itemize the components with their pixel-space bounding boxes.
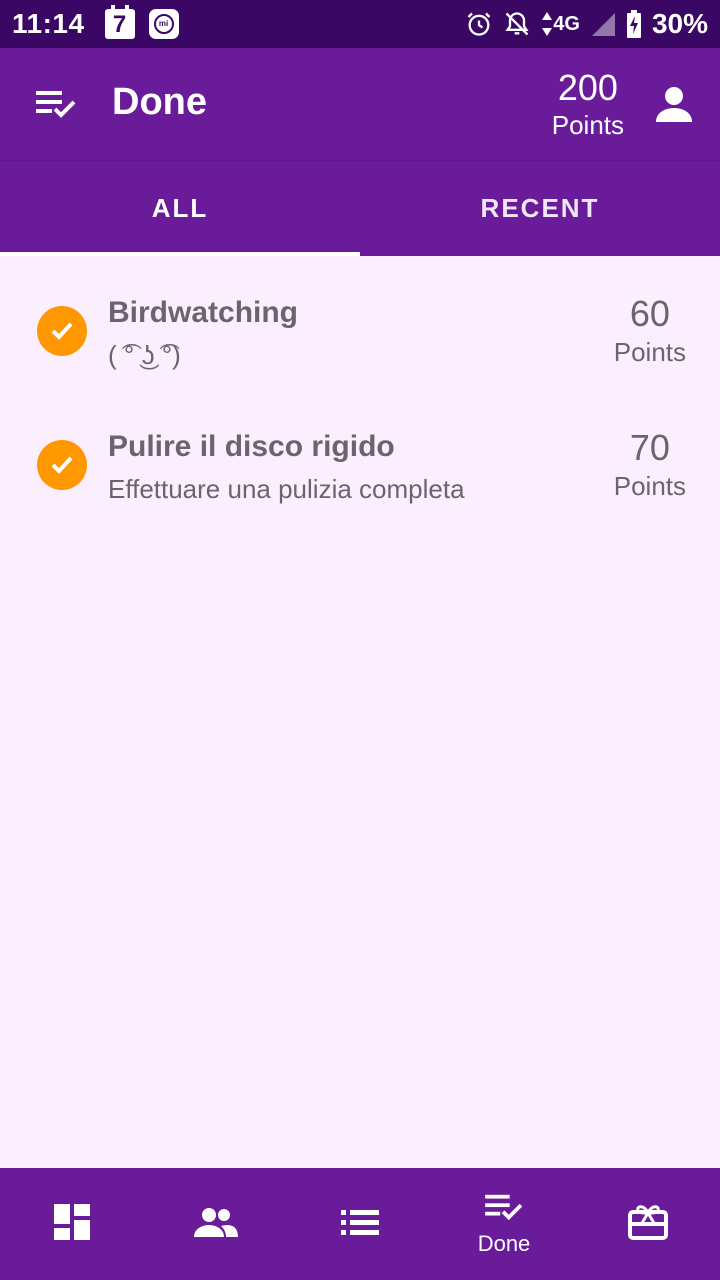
tab-all-label: ALL [151, 193, 209, 223]
signal-icon [590, 11, 616, 37]
bottom-nav: Done [0, 1168, 720, 1280]
check-circle-icon [37, 440, 87, 490]
nav-rewards[interactable] [576, 1168, 720, 1280]
notifications-off-icon [503, 10, 531, 38]
list-icon [340, 1208, 380, 1241]
app-bar: Done 200 Points [0, 48, 720, 160]
tab-recent-label: RECENT [480, 193, 600, 223]
task-points: 60 Points [614, 294, 686, 370]
task-points-label: Points [613, 471, 686, 501]
task-title: Birdwatching [108, 296, 299, 329]
playlist-check-icon[interactable] [34, 88, 78, 122]
nav-done-label: Done [477, 1230, 531, 1256]
nav-done[interactable]: Done [432, 1168, 576, 1280]
mi-logo: mi [153, 14, 174, 34]
nav-group[interactable] [144, 1168, 288, 1280]
task-points-value: 70 [629, 427, 670, 468]
calendar-notification-icon: 7 [104, 5, 135, 39]
network-type: 4G [553, 12, 580, 35]
check-circle-icon [37, 306, 87, 356]
data-arrows-icon: 4G [541, 11, 580, 37]
battery-percent: 30% [651, 8, 708, 39]
tab-all[interactable]: ALL [0, 161, 360, 256]
gift-card-icon [627, 1202, 669, 1247]
nav-dashboard[interactable] [0, 1168, 144, 1280]
points-total: 200 Points [552, 68, 624, 142]
dashboard-icon [53, 1203, 91, 1246]
page-title: Done [112, 81, 207, 123]
list-item[interactable]: Pulire il disco rigido Effettuare una pu… [0, 390, 720, 524]
task-description: ( ͡° ͜ʖ ͡°) [108, 340, 181, 370]
points-total-label: Points [551, 110, 624, 140]
person-icon[interactable] [654, 84, 694, 124]
tab-bar: ALL RECENT [0, 160, 720, 256]
battery-charging-icon [626, 10, 642, 38]
points-total-value: 200 [557, 67, 618, 108]
mi-notification-icon: mi [148, 9, 179, 39]
status-bar: 11:14 7 mi 4G 30% [0, 0, 720, 48]
task-description: Effettuare una pulizia completa [108, 474, 465, 504]
alarm-icon [465, 10, 493, 38]
tab-recent[interactable]: RECENT [360, 161, 720, 256]
playlist-check-icon [482, 1192, 526, 1229]
list-item[interactable]: Birdwatching ( ͡° ͜ʖ ͡°) 60 Points [0, 256, 720, 390]
task-points: 70 Points [614, 428, 686, 504]
task-points-value: 60 [629, 293, 670, 334]
group-icon [193, 1206, 239, 1243]
status-time: 11:14 [12, 8, 85, 39]
task-points-label: Points [613, 337, 686, 367]
nav-list[interactable] [288, 1168, 432, 1280]
task-list: Birdwatching ( ͡° ͜ʖ ͡°) 60 Points Pulir… [0, 256, 720, 524]
task-title: Pulire il disco rigido [108, 430, 395, 463]
